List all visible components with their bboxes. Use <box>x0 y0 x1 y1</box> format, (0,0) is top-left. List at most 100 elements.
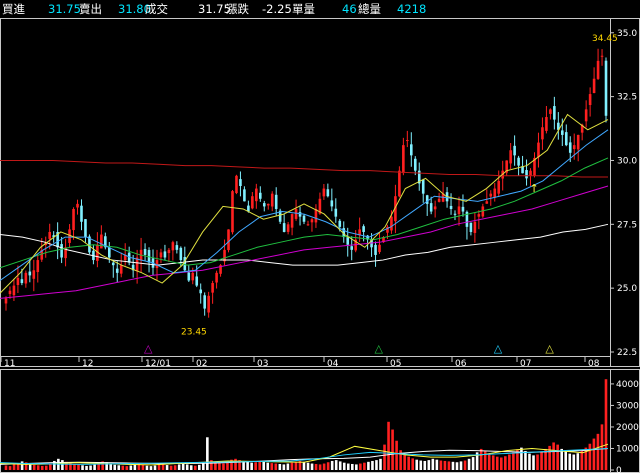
candle-body <box>282 223 286 232</box>
signal-marker-4: ↑ <box>529 182 538 195</box>
volume-bar <box>173 465 177 470</box>
volume-bar <box>552 442 555 470</box>
volume-bar <box>379 458 382 470</box>
volume-bar <box>363 462 366 470</box>
volume-bar <box>202 463 205 470</box>
stock-chart-window: 買進 31.75 賣出 31.80 成交 31.75 漲跌 -2.25 單量 4… <box>0 0 640 473</box>
candle-body <box>84 219 87 238</box>
volume-bar <box>193 465 197 470</box>
candle-body <box>60 244 63 258</box>
candle-body <box>28 271 32 276</box>
volume-bar <box>334 460 338 470</box>
date-tick-label: 06 <box>455 359 467 367</box>
candle-body <box>493 188 497 198</box>
volume-bar <box>153 465 157 470</box>
volume-bar <box>330 460 334 470</box>
candle-body <box>80 205 83 222</box>
volume-bar <box>536 454 539 470</box>
volume-bar <box>520 447 523 470</box>
candle-body <box>231 191 234 233</box>
candle-body <box>24 272 28 284</box>
change-value: -2.25 <box>262 2 292 16</box>
candle-body <box>68 229 71 243</box>
volume-bar <box>157 464 161 470</box>
volume-bar <box>44 465 48 470</box>
candle-body <box>191 272 195 281</box>
volume-bar <box>463 460 467 470</box>
volume-bar <box>439 460 443 470</box>
candle-body <box>12 285 16 296</box>
candle-body <box>119 265 123 274</box>
price-tick-label: 22.5 <box>617 348 637 358</box>
ma-line-3 <box>0 157 609 269</box>
volume-bar <box>4 465 8 470</box>
volume-bar <box>185 464 189 470</box>
date-tick-label: 03 <box>257 359 268 367</box>
volume-bar <box>266 462 270 470</box>
volume-bar <box>524 451 527 470</box>
volume-bar <box>226 462 229 470</box>
candle-body <box>163 251 167 258</box>
volume-bar <box>141 464 145 470</box>
volume-bar <box>338 461 342 470</box>
candle-body <box>537 142 540 158</box>
volume-bar <box>564 451 568 470</box>
volume-bar <box>451 461 455 470</box>
price-tick-label: 27.5 <box>617 220 637 230</box>
last-label: 成交 <box>145 2 168 16</box>
volume-bar <box>596 433 600 470</box>
volume-bar <box>387 421 390 470</box>
candle-body <box>453 213 457 215</box>
volume-bar <box>165 465 169 470</box>
volume-bar <box>218 463 221 470</box>
volume-bar <box>604 379 608 470</box>
candle-body <box>239 179 242 186</box>
candle-body <box>290 214 294 228</box>
volume-bar <box>282 464 286 470</box>
volume-bar <box>479 448 483 470</box>
volume-bar <box>568 453 572 470</box>
volume-bar <box>346 463 350 470</box>
candle-body <box>111 262 115 266</box>
candle-body <box>76 203 79 208</box>
volume-bar <box>169 465 173 470</box>
candle-body <box>334 208 338 217</box>
candle-body <box>167 249 171 254</box>
date-tick-label: 11 <box>4 359 15 367</box>
candle-body <box>322 188 326 197</box>
price-chart[interactable]: 35.0 32.5 30.0 27.5 25.0 22.5 11 12 12/01 02 03 04 0… <box>0 18 640 367</box>
candle-body <box>469 222 473 232</box>
bid-label: 買進 <box>2 2 25 16</box>
candle-body <box>564 132 568 146</box>
candle-body <box>16 277 20 286</box>
candle-body <box>421 179 425 194</box>
volume-bar <box>206 437 209 470</box>
volume-bar <box>532 455 535 470</box>
candle-body <box>199 289 202 294</box>
volume-bar <box>499 457 503 470</box>
candle-body <box>227 229 230 251</box>
volume-bar <box>375 460 378 470</box>
volume-bar <box>20 461 24 470</box>
volume-bar <box>415 459 419 470</box>
volume-bar <box>342 462 346 470</box>
date-tick-label: 02 <box>196 359 207 367</box>
volume-bar <box>322 463 326 470</box>
candle-body <box>262 203 266 207</box>
volume-bar <box>125 466 129 470</box>
candle-body <box>429 203 433 212</box>
volume-bar <box>145 465 149 470</box>
signal-marker-3: △ <box>545 342 554 355</box>
candle-body <box>310 219 314 223</box>
volume-bar <box>85 465 88 470</box>
volume-bar <box>278 463 282 470</box>
candle-body <box>378 244 381 253</box>
date-tick-label: 12/01 <box>145 359 171 367</box>
candle-body <box>485 201 489 204</box>
candle-body <box>251 196 254 209</box>
candle-body <box>48 231 51 239</box>
date-tick-label: 05 <box>390 359 401 367</box>
volume-bar <box>222 463 225 470</box>
volume-chart[interactable]: 4000 3000 2000 1000 0 <box>0 369 640 473</box>
volume-bar <box>487 454 491 470</box>
